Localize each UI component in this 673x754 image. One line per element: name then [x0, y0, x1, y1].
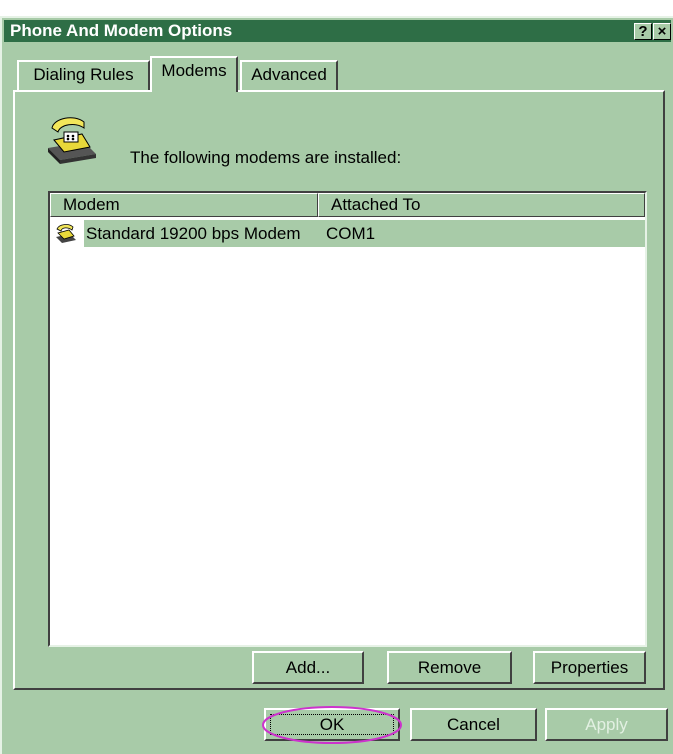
modem-icon [54, 223, 78, 250]
add-button[interactable]: Add... [252, 651, 364, 684]
tab-dialing-rules[interactable]: Dialing Rules [17, 60, 150, 90]
apply-button[interactable]: Apply [545, 708, 668, 741]
ok-button[interactable]: OK [264, 708, 400, 741]
column-header-attached-to[interactable]: Attached To [318, 193, 645, 217]
remove-button[interactable]: Remove [387, 651, 512, 684]
column-header-label: Modem [63, 195, 120, 214]
modem-list[interactable]: Modem Attached To Standard 19200 bps Mod… [48, 191, 647, 647]
column-header-label: Attached To [331, 195, 421, 214]
column-header-modem[interactable]: Modem [50, 193, 318, 217]
help-icon: ? [638, 23, 648, 40]
modems-installed-text: The following modems are installed: [130, 148, 402, 167]
list-item[interactable]: Standard 19200 bps Modem COM1 [50, 220, 645, 247]
tab-label: Modems [161, 61, 227, 80]
help-button[interactable]: ? [634, 23, 652, 40]
attached-port: COM1 [314, 220, 645, 247]
focus-rectangle [270, 714, 394, 735]
close-button[interactable]: × [653, 23, 671, 40]
title-bar[interactable]: Phone And Modem Options ? × [4, 20, 671, 42]
tab-advanced[interactable]: Advanced [240, 60, 338, 90]
cancel-button[interactable]: Cancel [410, 708, 537, 741]
modems-tab-panel: The following modems are installed: Mode… [13, 90, 665, 690]
phone-and-modem-options-dialog: Phone And Modem Options ? × Dialing Rule… [0, 16, 673, 754]
modem-name: Standard 19200 bps Modem [84, 220, 316, 247]
tab-label: Dialing Rules [33, 65, 134, 84]
window-title: Phone And Modem Options [10, 21, 233, 40]
tab-modems[interactable]: Modems [150, 56, 238, 92]
tab-label: Advanced [251, 65, 327, 84]
telephone-icon [44, 114, 100, 171]
properties-button[interactable]: Properties [533, 651, 646, 684]
close-icon: × [657, 23, 667, 40]
